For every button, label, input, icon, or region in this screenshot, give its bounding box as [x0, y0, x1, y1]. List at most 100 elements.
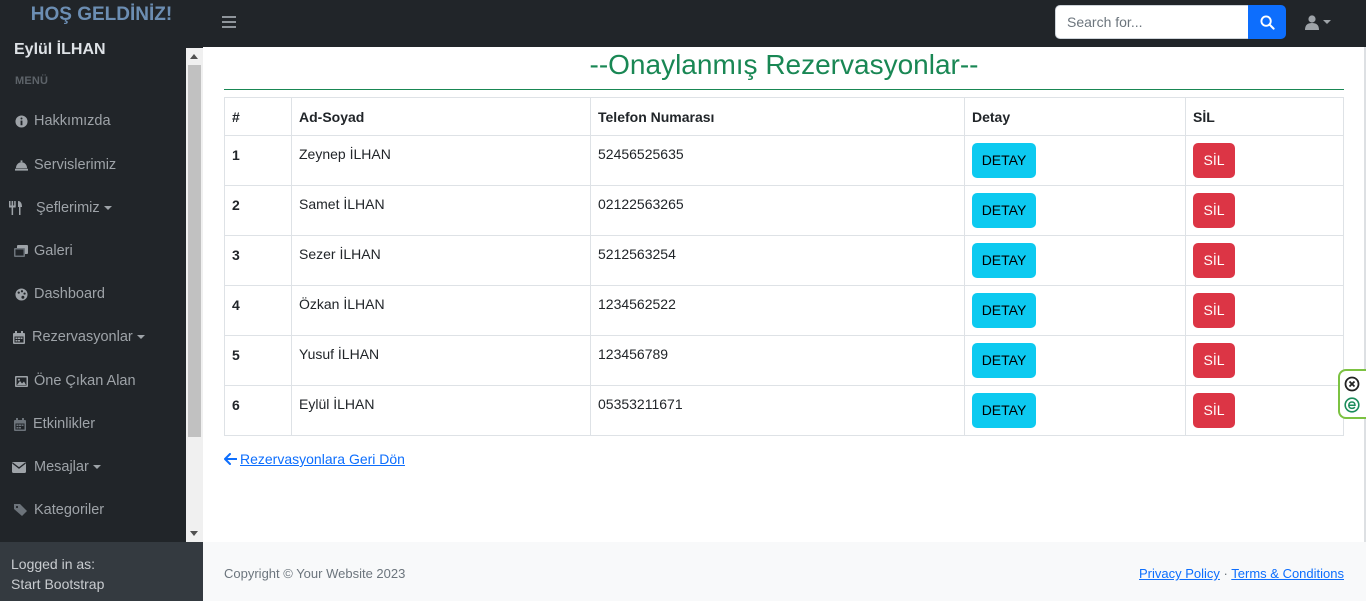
arrow-left-icon — [224, 453, 237, 465]
sidebar-item-galeri[interactable]: Galeri — [0, 231, 186, 271]
column-header-name: Ad-Soyad — [291, 97, 591, 136]
row-phone: 123456789 — [590, 335, 965, 386]
bars-icon — [222, 16, 236, 28]
detail-button[interactable]: DETAY — [972, 293, 1036, 328]
search-form — [1055, 5, 1286, 39]
sidebar-heading: MENÜ — [15, 75, 49, 87]
terms-link[interactable]: Terms & Conditions — [1231, 566, 1344, 581]
envelope-icon — [12, 460, 26, 474]
chevron-down-icon — [92, 465, 101, 469]
table-header-row: # Ad-Soyad Telefon Numarası Detay SİL — [224, 97, 1344, 136]
search-button[interactable] — [1248, 5, 1286, 39]
table-row: 1 Zeynep İLHAN 52456525635 DETAY SİL — [224, 135, 1344, 186]
column-header-phone: Telefon Numarası — [590, 97, 965, 136]
tags-icon — [14, 503, 28, 517]
calendar-icon — [12, 330, 26, 344]
row-number: 5 — [224, 335, 292, 386]
footer-links: Privacy Policy · Terms & Conditions — [1139, 566, 1344, 581]
sidebar-item-label: Şeflerimiz — [36, 200, 100, 216]
sidebar-item-one-cikan-alan[interactable]: Öne Çıkan Alan — [0, 361, 186, 401]
row-phone: 52456525635 — [590, 135, 965, 186]
sidebar-item-label: Dashboard — [34, 286, 105, 302]
table-row: 3 Sezer İLHAN 5212563254 DETAY SİL — [224, 235, 1344, 286]
sidebar-item-kategoriler[interactable]: Kategoriler — [0, 490, 186, 530]
scroll-up-arrow-icon[interactable] — [190, 54, 198, 59]
row-number: 4 — [224, 285, 292, 336]
delete-button[interactable]: SİL — [1193, 243, 1235, 278]
delete-button[interactable]: SİL — [1193, 143, 1235, 178]
sidebar-item-servislerimiz[interactable]: Servislerimiz — [0, 145, 186, 185]
user-icon — [1305, 14, 1319, 30]
sidebar-item-label: Galeri — [34, 243, 73, 259]
sidebar-item-label: Öne Çıkan Alan — [34, 373, 136, 389]
table-row: 4 Özkan İLHAN 1234562522 DETAY SİL — [224, 285, 1344, 336]
logged-in-user: Start Bootstrap — [11, 576, 105, 592]
page-title: --Onaylanmış Rezervasyonlar-- — [589, 49, 979, 80]
images-icon — [14, 244, 28, 258]
sidebar-item-label: Servislerimiz — [34, 157, 117, 173]
search-input[interactable] — [1055, 5, 1248, 39]
sidebar-toggle-button[interactable] — [222, 12, 240, 32]
detail-button[interactable]: DETAY — [972, 343, 1036, 378]
delete-button[interactable]: SİL — [1193, 293, 1235, 328]
row-name: Eylül İLHAN — [291, 385, 591, 436]
back-to-reservations-link[interactable]: Rezervasyonlara Geri Dön — [224, 451, 405, 467]
sidebar-user-name: Eylül İLHAN — [14, 41, 106, 58]
top-navbar: HOŞ GELDİNİZ! — [0, 0, 1366, 47]
row-phone: 02122563265 — [590, 185, 965, 236]
row-name: Samet İLHAN — [291, 185, 591, 236]
bell-concierge-icon — [14, 158, 28, 172]
page-footer: Copyright © Your Website 2023 Privacy Po… — [203, 542, 1366, 601]
logged-in-label: Logged in as: — [11, 556, 96, 572]
chevron-down-icon — [1323, 20, 1331, 24]
detail-button[interactable]: DETAY — [972, 143, 1036, 178]
table-row: 2 Samet İLHAN 02122563265 DETAY SİL — [224, 185, 1344, 236]
extension-logo-icon[interactable] — [1344, 397, 1360, 413]
privacy-policy-link[interactable]: Privacy Policy — [1139, 566, 1220, 581]
chevron-down-icon — [136, 335, 145, 339]
brand-title[interactable]: HOŞ GELDİNİZ! — [0, 0, 203, 30]
delete-button[interactable]: SİL — [1193, 393, 1235, 428]
back-link-label: Rezervasyonlara Geri Dön — [240, 451, 405, 467]
sidebar-item-seflerimiz[interactable]: Şeflerimiz — [0, 188, 186, 228]
row-name: Zeynep İLHAN — [291, 135, 591, 186]
scroll-down-arrow-icon[interactable] — [190, 531, 198, 536]
close-circle-icon[interactable] — [1344, 376, 1360, 392]
sidebar-item-label: Mesajlar — [34, 459, 89, 475]
row-number: 3 — [224, 235, 292, 286]
detail-button[interactable]: DETAY — [972, 193, 1036, 228]
column-header-detail: Detay — [964, 97, 1186, 136]
sidebar-item-rezervasyonlar[interactable]: Rezervasyonlar — [0, 317, 186, 357]
sidebar-item-label: Hakkımızda — [34, 113, 111, 129]
sidebar-footer: Logged in as: Start Bootstrap — [0, 542, 203, 601]
title-divider — [224, 89, 1344, 90]
row-phone: 5212563254 — [590, 235, 965, 286]
footer-separator: · — [1223, 566, 1228, 581]
sidebar-item-etkinlikler[interactable]: Etkinlikler — [0, 404, 186, 444]
utensils-icon — [8, 201, 22, 215]
user-menu-dropdown[interactable] — [1305, 11, 1339, 33]
delete-button[interactable]: SİL — [1193, 193, 1235, 228]
chevron-down-icon — [103, 206, 112, 210]
row-number: 2 — [224, 185, 292, 236]
sidebar-item-dashboard[interactable]: Dashboard — [0, 274, 186, 314]
sidebar-item-label: Etkinlikler — [33, 416, 96, 432]
calendar-icon — [13, 417, 27, 431]
delete-button[interactable]: SİL — [1193, 343, 1235, 378]
scrollbar-thumb[interactable] — [188, 65, 201, 437]
column-header-number: # — [224, 97, 292, 136]
sidebar-item-hakkimizda[interactable]: Hakkımızda — [0, 101, 186, 141]
row-phone: 05353211671 — [590, 385, 965, 436]
side-extension-widget — [1338, 369, 1366, 419]
info-circle-icon — [14, 114, 28, 128]
table-row: 6 Eylül İLHAN 05353211671 DETAY SİL — [224, 385, 1344, 436]
sidebar-item-mesajlar[interactable]: Mesajlar — [0, 447, 186, 487]
row-number: 1 — [224, 135, 292, 186]
detail-button[interactable]: DETAY — [972, 393, 1036, 428]
row-name: Sezer İLHAN — [291, 235, 591, 286]
copyright-text: Copyright © Your Website 2023 — [224, 566, 406, 581]
sidebar-scrollbar[interactable] — [186, 48, 203, 542]
detail-button[interactable]: DETAY — [972, 243, 1036, 278]
row-phone: 1234562522 — [590, 285, 965, 336]
table-row: 5 Yusuf İLHAN 123456789 DETAY SİL — [224, 335, 1344, 386]
